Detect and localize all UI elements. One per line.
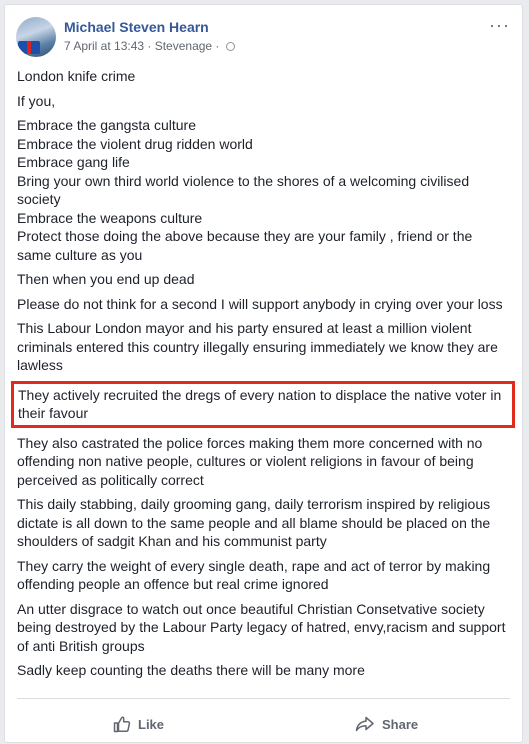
post-paragraph-list: Embrace the gangsta culture Embrace the … (17, 117, 473, 263)
share-button[interactable]: Share (355, 709, 418, 739)
post-paragraph: They carry the weight of every single de… (17, 557, 491, 593)
post-card: Michael Steven Hearn 7 April at 13:43 · … (4, 4, 523, 743)
post-paragraph: Then when you end up dead (17, 271, 195, 287)
like-label: Like (138, 716, 165, 732)
post-paragraph: This daily stabbing, daily grooming gang… (17, 496, 491, 549)
post-meta: 7 April at 13:43 · Stevenage · (64, 39, 235, 53)
globe-icon (225, 42, 235, 51)
post-paragraph: If you, (17, 92, 56, 109)
post-body: London knife crime If you, Embrace the g… (11, 67, 515, 686)
share-arrow-icon (355, 716, 374, 732)
post-paragraph: An utter disgrace to watch out once beau… (17, 600, 506, 654)
actions-divider (17, 698, 510, 699)
post-paragraph: London knife crime (17, 68, 136, 84)
share-label: Share (382, 716, 419, 732)
author-name[interactable]: Michael Steven Hearn (64, 19, 209, 35)
post-paragraph: This Labour London mayor and his party e… (17, 320, 498, 373)
more-options-button[interactable]: ··· (489, 15, 510, 36)
post-paragraph: Please do not think for a second I will … (17, 295, 503, 312)
post-paragraph: They also castrated the police forces ma… (17, 434, 483, 488)
post-timestamp-location[interactable]: 7 April at 13:43 · Stevenage · (64, 39, 219, 53)
like-button[interactable]: Like (113, 709, 164, 739)
flag-icon (18, 41, 40, 54)
thumbs-up-icon (113, 716, 131, 733)
highlighted-paragraph: They actively recruited the dregs of eve… (11, 380, 515, 428)
avatar[interactable] (16, 17, 56, 57)
post-paragraph: Sadly keep counting the deaths there wil… (17, 662, 365, 678)
